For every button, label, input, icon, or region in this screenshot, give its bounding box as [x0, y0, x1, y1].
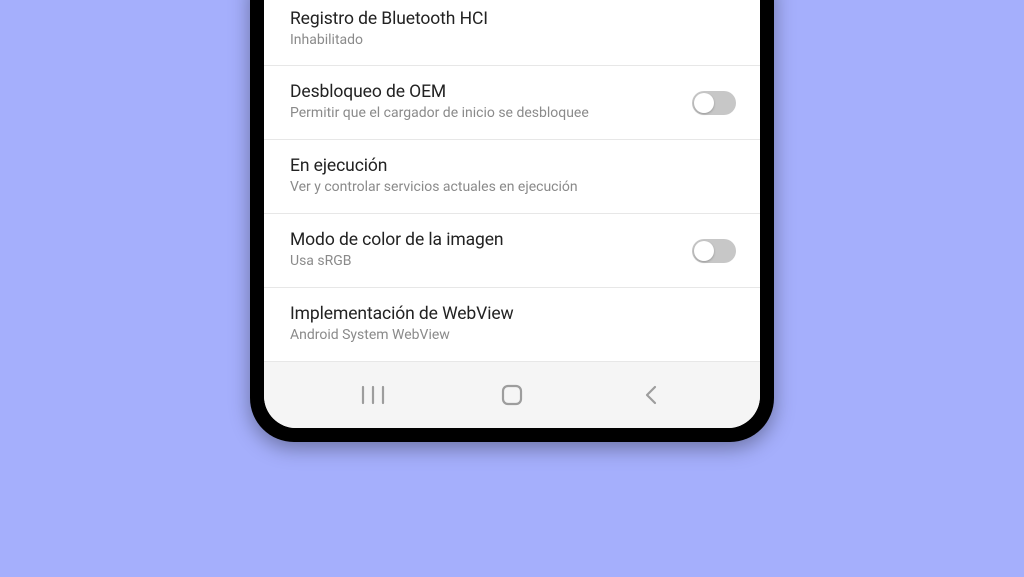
oem-unlock-toggle[interactable]: [692, 91, 736, 115]
setting-running-services[interactable]: En ejecución Ver y controlar servicios a…: [264, 140, 760, 214]
settings-list: Registro de Bluetooth HCI Inhabilitado D…: [264, 0, 760, 362]
recents-button[interactable]: [333, 375, 413, 415]
setting-subtitle: Inhabilitado: [290, 32, 724, 50]
color-mode-toggle[interactable]: [692, 239, 736, 263]
setting-text: En ejecución Ver y controlar servicios a…: [290, 156, 736, 197]
setting-subtitle: Usa sRGB: [290, 253, 680, 271]
setting-text: Implementación de WebView Android System…: [290, 304, 736, 345]
toggle-knob: [694, 93, 714, 113]
setting-text: Desbloqueo de OEM Permitir que el cargad…: [290, 82, 692, 123]
setting-title: En ejecución: [290, 156, 724, 176]
setting-webview[interactable]: Implementación de WebView Android System…: [264, 288, 760, 362]
setting-oem-unlock[interactable]: Desbloqueo de OEM Permitir que el cargad…: [264, 66, 760, 140]
setting-text: Registro de Bluetooth HCI Inhabilitado: [290, 9, 736, 50]
setting-title: Desbloqueo de OEM: [290, 82, 680, 102]
setting-subtitle: Android System WebView: [290, 327, 724, 345]
setting-subtitle: Ver y controlar servicios actuales en ej…: [290, 179, 724, 197]
home-icon: [501, 384, 523, 406]
setting-subtitle: Permitir que el cargador de inicio se de…: [290, 105, 680, 123]
setting-title: Registro de Bluetooth HCI: [290, 9, 724, 29]
phone-screen: Registro de Bluetooth HCI Inhabilitado D…: [264, 0, 760, 428]
back-icon: [642, 384, 660, 406]
toggle-knob: [694, 241, 714, 261]
setting-color-mode[interactable]: Modo de color de la imagen Usa sRGB: [264, 214, 760, 288]
recents-icon: [360, 385, 386, 405]
setting-title: Implementación de WebView: [290, 304, 724, 324]
setting-title: Modo de color de la imagen: [290, 230, 680, 250]
home-button[interactable]: [472, 375, 552, 415]
nav-bar: [264, 362, 760, 428]
phone-frame: Registro de Bluetooth HCI Inhabilitado D…: [250, 0, 774, 442]
back-button[interactable]: [611, 375, 691, 415]
setting-bluetooth-hci[interactable]: Registro de Bluetooth HCI Inhabilitado: [264, 0, 760, 66]
setting-text: Modo de color de la imagen Usa sRGB: [290, 230, 692, 271]
